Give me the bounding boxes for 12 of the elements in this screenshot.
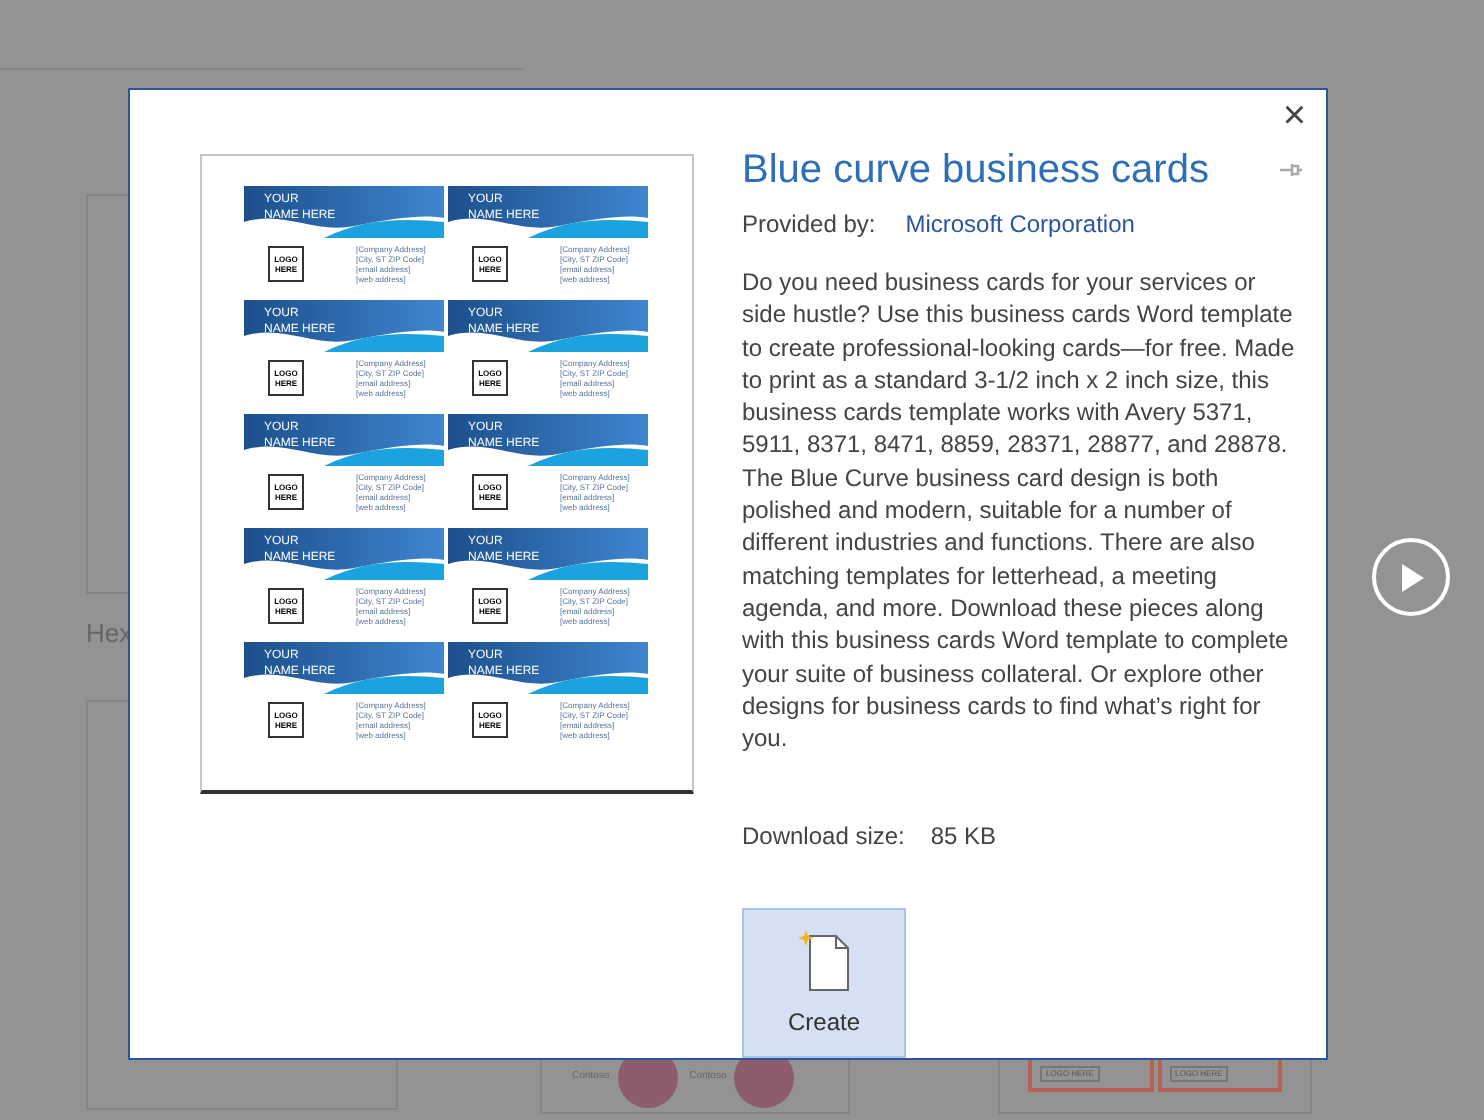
new-document-icon — [796, 927, 852, 992]
next-button[interactable] — [1372, 538, 1450, 616]
download-size-value: 85 KB — [930, 820, 997, 855]
pin-icon — [1280, 162, 1302, 178]
play-icon — [1399, 563, 1423, 591]
provider-name: Microsoft Corporation — [905, 208, 1135, 242]
close-button[interactable]: × — [1282, 94, 1306, 138]
provided-by-label: Provided by: — [742, 208, 876, 242]
download-size-label: Download size: — [742, 820, 905, 855]
create-button[interactable]: Create — [742, 908, 906, 1058]
template-title: Blue curve business cards — [742, 146, 1209, 196]
template-description: Do you need business cards for your services or side hustle? Use this business cards Word template to create professional-looking cards—for free. Made to print as a standard 3-1/2 inch x 2 inch size, this business cards template works with Avery 5371, 5911, 8371, 8471, 8859, 28371, 28877, and 28878. The Blue Curve business card design is both polished and modern, suitable for a number of different industries and functions. There are also matching templates for letterhead, a meeting agenda, and more. Download these pieces along with this business cards Word template to complete your suite of business collateral. Or explore other designs for business cards to find what’s right for you. — [742, 266, 1297, 755]
